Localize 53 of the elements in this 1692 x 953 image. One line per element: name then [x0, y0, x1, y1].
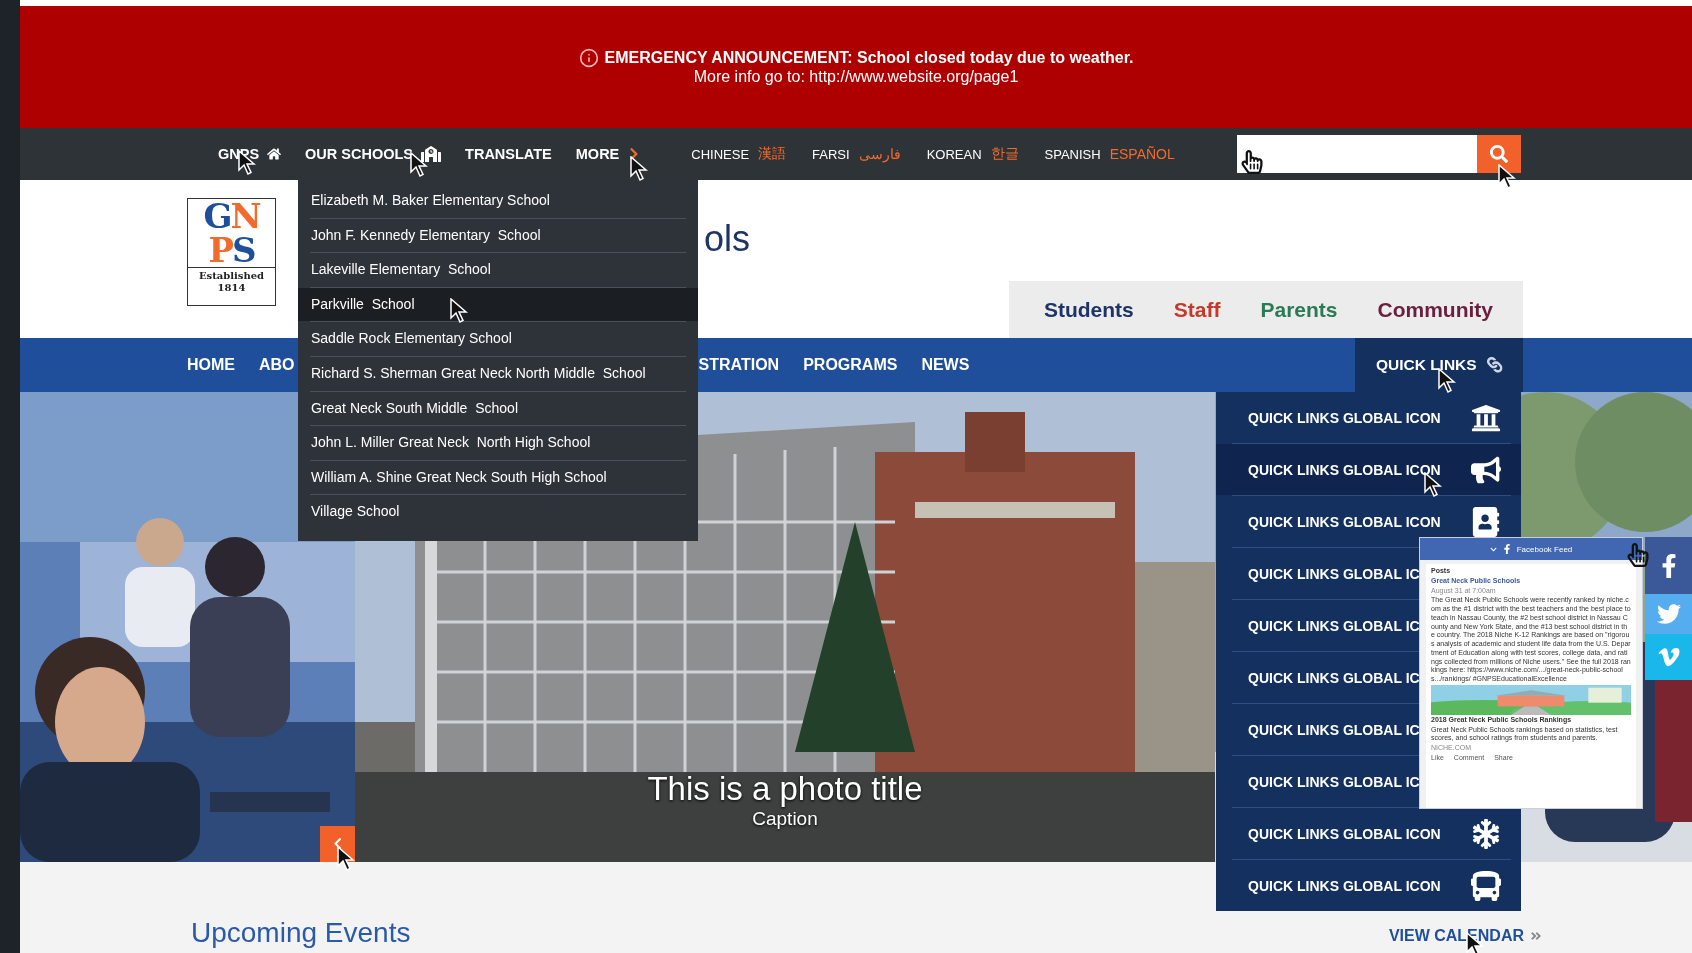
audience-link[interactable]: Students	[1043, 297, 1134, 322]
logo-letter: N	[230, 199, 260, 233]
logo-established: Established	[197, 270, 266, 282]
audience-link[interactable]: Community	[1377, 297, 1493, 322]
language-link[interactable]: KOREAN	[926, 146, 982, 162]
language-native-link[interactable]: ESPAÑOL	[1109, 146, 1175, 162]
cursor-icon	[630, 156, 650, 182]
school-menu-item[interactable]: Lakeville Elementary School	[298, 253, 698, 287]
cursor-icon	[450, 298, 470, 324]
school-menu-item[interactable]: Richard S. Sherman Great Neck North Middle School	[298, 356, 698, 391]
view-calendar-link[interactable]: VIEW CALENDAR	[1388, 927, 1542, 945]
announcement-detail: More info go to: http://www.website.org/page1	[693, 68, 1019, 86]
home-icon	[267, 147, 282, 161]
logo-letter: S	[232, 233, 255, 267]
quick-links-tab[interactable]: QUICK LINKS	[1355, 338, 1523, 392]
info-icon	[578, 48, 599, 68]
top-nav-link[interactable]: TRANSLATE	[465, 146, 552, 162]
main-nav-link[interactable]: NEWS	[921, 356, 970, 374]
language-native-link[interactable]: فارسی	[858, 146, 901, 162]
language-native-link[interactable]: 漢語	[758, 145, 787, 163]
events-heading: Upcoming Events	[191, 917, 411, 949]
school-menu-item[interactable]: Elizabeth M. Baker Elementary School	[298, 184, 698, 218]
quick-link-item[interactable]: QUICK LINKS GLOBAL ICON	[1216, 860, 1521, 911]
school-menu-item[interactable]: Saddle Rock Elementary School	[298, 322, 698, 356]
main-nav-link[interactable]: ABO	[259, 356, 295, 374]
cursor-icon	[1438, 368, 1458, 394]
language-link[interactable]: FARSI	[812, 146, 850, 162]
school-icon	[421, 144, 442, 164]
audience-link[interactable]: Parents	[1260, 297, 1338, 322]
search-field[interactable]	[1237, 135, 1477, 173]
logo-year: 1814	[216, 282, 247, 294]
search-icon	[1490, 145, 1508, 163]
logo-letter: G	[203, 199, 231, 233]
audience-link[interactable]: Staff	[1173, 297, 1221, 322]
search-button[interactable]	[1477, 135, 1521, 173]
main-nav-link[interactable]: PROGRAMS	[803, 356, 898, 374]
link-icon	[1486, 357, 1503, 373]
language-link[interactable]: CHINESE	[691, 146, 750, 162]
school-menu-item[interactable]: John F. Kennedy Elementary School	[298, 218, 698, 253]
top-nav-link[interactable]: OUR SCHOOLS	[305, 144, 442, 164]
school-menu-item[interactable]: Parkville School	[298, 287, 698, 322]
hand-cursor-icon	[1240, 150, 1264, 174]
cursor-icon	[410, 152, 430, 178]
bus-icon	[1471, 870, 1501, 901]
double-chevron-icon	[1530, 930, 1542, 942]
logo-letter: P	[208, 233, 232, 267]
language-native-link[interactable]: 한글	[990, 145, 1019, 163]
cursor-icon	[1498, 164, 1518, 190]
site-title: ols	[704, 218, 751, 261]
main-nav-link[interactable]: STRATION	[698, 356, 780, 374]
language-link[interactable]: SPANISH	[1044, 146, 1101, 162]
main-nav-link[interactable]: HOME	[187, 356, 235, 374]
announcement-headline: EMERGENCY ANNOUNCEMENT: School closed today due to weather.	[604, 49, 1134, 67]
